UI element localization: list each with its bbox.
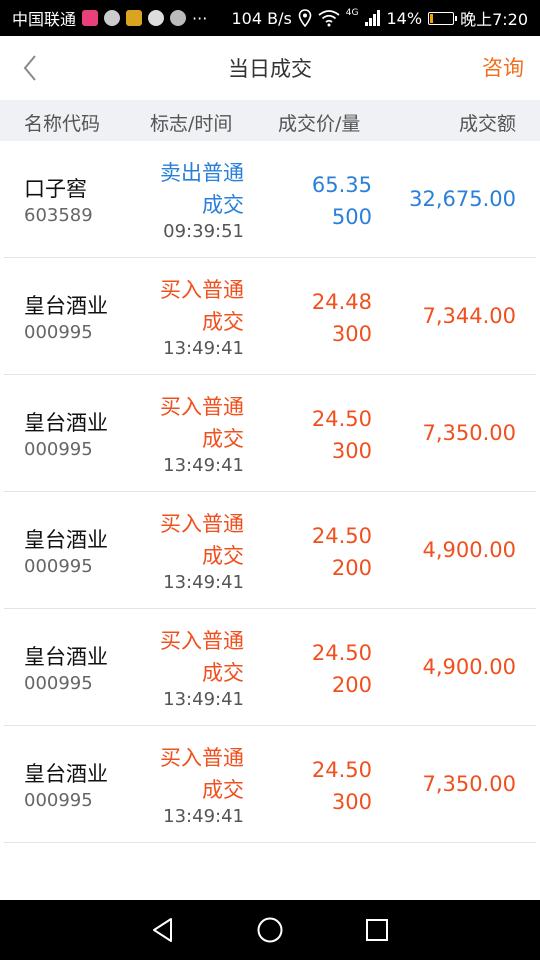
page-title: 当日成交 bbox=[228, 57, 312, 81]
status-bar-left: 中国联通 ··· bbox=[12, 6, 207, 30]
trade-amount: 32,675.00 bbox=[409, 187, 516, 211]
video-app-icon bbox=[82, 10, 99, 26]
system-recent-button[interactable] bbox=[357, 910, 397, 950]
network-speed: 104 B/s bbox=[231, 8, 292, 28]
back-button[interactable] bbox=[14, 52, 46, 84]
system-back-button[interactable] bbox=[143, 910, 183, 950]
stock-code: 000995 bbox=[24, 556, 93, 577]
trade-amount: 7,350.00 bbox=[422, 772, 516, 796]
trade-flag-status: 成交 bbox=[202, 310, 244, 334]
stock-code: 000995 bbox=[24, 322, 93, 343]
battery-percent: 14% bbox=[386, 8, 423, 28]
header-price-qty: 成交价/量 bbox=[278, 113, 361, 135]
table-row[interactable]: 皇台酒业 000995 买入普通 成交 13:49:41 24.50 300 7… bbox=[4, 726, 536, 843]
chevron-left-icon bbox=[23, 55, 36, 81]
table-header: 名称代码 标志/时间 成交价/量 成交额 bbox=[0, 100, 540, 141]
system-home-button[interactable] bbox=[250, 910, 290, 950]
trade-time: 13:49:41 bbox=[163, 806, 244, 827]
trade-flag: 买入普通 bbox=[160, 629, 244, 653]
clock: 晚上7:20 bbox=[460, 10, 528, 29]
status-bar-right: 104 B/s 4G 14% 晚上7:20 bbox=[231, 6, 528, 30]
trade-flag-status: 成交 bbox=[202, 661, 244, 685]
trade-flag-status: 成交 bbox=[202, 193, 244, 217]
stock-name: 口子窖 bbox=[24, 177, 87, 201]
trade-flag: 卖出普通 bbox=[160, 161, 244, 185]
table-row[interactable]: 口子窖 603589 卖出普通 成交 09:39:51 65.35 500 32… bbox=[4, 141, 536, 258]
header-flag-time: 标志/时间 bbox=[150, 113, 233, 135]
sync-app-icon bbox=[148, 10, 165, 26]
stock-name: 皇台酒业 bbox=[24, 411, 108, 435]
nav-header: 当日成交 咨询 bbox=[0, 36, 540, 100]
stock-name: 皇台酒业 bbox=[24, 294, 108, 318]
more-notifications-indicator: ··· bbox=[192, 8, 208, 28]
trade-qty: 200 bbox=[331, 556, 372, 580]
circle-home-icon bbox=[257, 917, 283, 943]
consult-button[interactable]: 咨询 bbox=[482, 52, 524, 82]
wifi-icon bbox=[318, 10, 340, 27]
trade-time: 13:49:41 bbox=[163, 572, 244, 593]
trade-amount: 4,900.00 bbox=[422, 538, 516, 562]
stock-name: 皇台酒业 bbox=[24, 762, 108, 786]
trade-time: 13:49:41 bbox=[163, 455, 244, 476]
header-name-code: 名称代码 bbox=[24, 113, 101, 135]
battery-icon bbox=[428, 11, 458, 25]
wechat-app-icon bbox=[170, 10, 187, 26]
trade-qty: 300 bbox=[331, 322, 372, 346]
trade-qty: 200 bbox=[331, 673, 372, 697]
header-amount: 成交额 bbox=[458, 113, 516, 135]
store-app-icon bbox=[126, 10, 143, 26]
signal-icon bbox=[364, 10, 380, 26]
stock-code: 603589 bbox=[24, 205, 93, 226]
trade-price: 65.35 bbox=[311, 173, 372, 197]
trade-flag-status: 成交 bbox=[202, 544, 244, 568]
trade-price: 24.50 bbox=[311, 524, 372, 548]
trade-qty: 500 bbox=[331, 205, 372, 229]
trade-time: 09:39:51 bbox=[163, 221, 244, 242]
status-bar: 中国联通 ··· 104 B/s 4G 14% 晚上7:20 bbox=[0, 0, 540, 36]
stock-code: 000995 bbox=[24, 790, 93, 811]
table-row[interactable]: 皇台酒业 000995 买入普通 成交 13:49:41 24.48 300 7… bbox=[4, 258, 536, 375]
trade-time: 13:49:41 bbox=[163, 689, 244, 710]
trade-price: 24.48 bbox=[311, 290, 372, 314]
trade-price: 24.50 bbox=[311, 407, 372, 431]
trade-flag: 买入普通 bbox=[160, 746, 244, 770]
square-recent-icon bbox=[365, 919, 388, 941]
table-row[interactable]: 皇台酒业 000995 买入普通 成交 13:49:41 24.50 200 4… bbox=[4, 609, 536, 726]
trade-flag-status: 成交 bbox=[202, 427, 244, 451]
table-row[interactable]: 皇台酒业 000995 买入普通 成交 13:49:41 24.50 200 4… bbox=[4, 492, 536, 609]
trade-flag-status: 成交 bbox=[202, 778, 244, 802]
trade-price: 24.50 bbox=[311, 758, 372, 782]
trade-qty: 300 bbox=[331, 790, 372, 814]
stock-code: 000995 bbox=[24, 673, 93, 694]
trade-flag: 买入普通 bbox=[160, 512, 244, 536]
trade-amount: 7,344.00 bbox=[422, 304, 516, 328]
system-nav-bar bbox=[0, 900, 540, 960]
trade-amount: 4,900.00 bbox=[422, 655, 516, 679]
stock-name: 皇台酒业 bbox=[24, 645, 108, 669]
triangle-back-icon bbox=[153, 918, 173, 942]
stock-code: 000995 bbox=[24, 439, 93, 460]
network-type: 4G bbox=[345, 8, 359, 18]
trade-qty: 300 bbox=[331, 439, 372, 463]
trade-flag: 买入普通 bbox=[160, 278, 244, 302]
browser-app-icon bbox=[104, 10, 121, 26]
table-row[interactable]: 皇台酒业 000995 买入普通 成交 13:49:41 24.50 300 7… bbox=[4, 375, 536, 492]
trade-time: 13:49:41 bbox=[163, 338, 244, 359]
carrier-label: 中国联通 bbox=[12, 10, 77, 29]
trade-list: 口子窖 603589 卖出普通 成交 09:39:51 65.35 500 32… bbox=[0, 141, 540, 843]
location-icon bbox=[298, 9, 312, 27]
trade-price: 24.50 bbox=[311, 641, 372, 665]
trade-amount: 7,350.00 bbox=[422, 421, 516, 445]
trade-flag: 买入普通 bbox=[160, 395, 244, 419]
stock-name: 皇台酒业 bbox=[24, 528, 108, 552]
